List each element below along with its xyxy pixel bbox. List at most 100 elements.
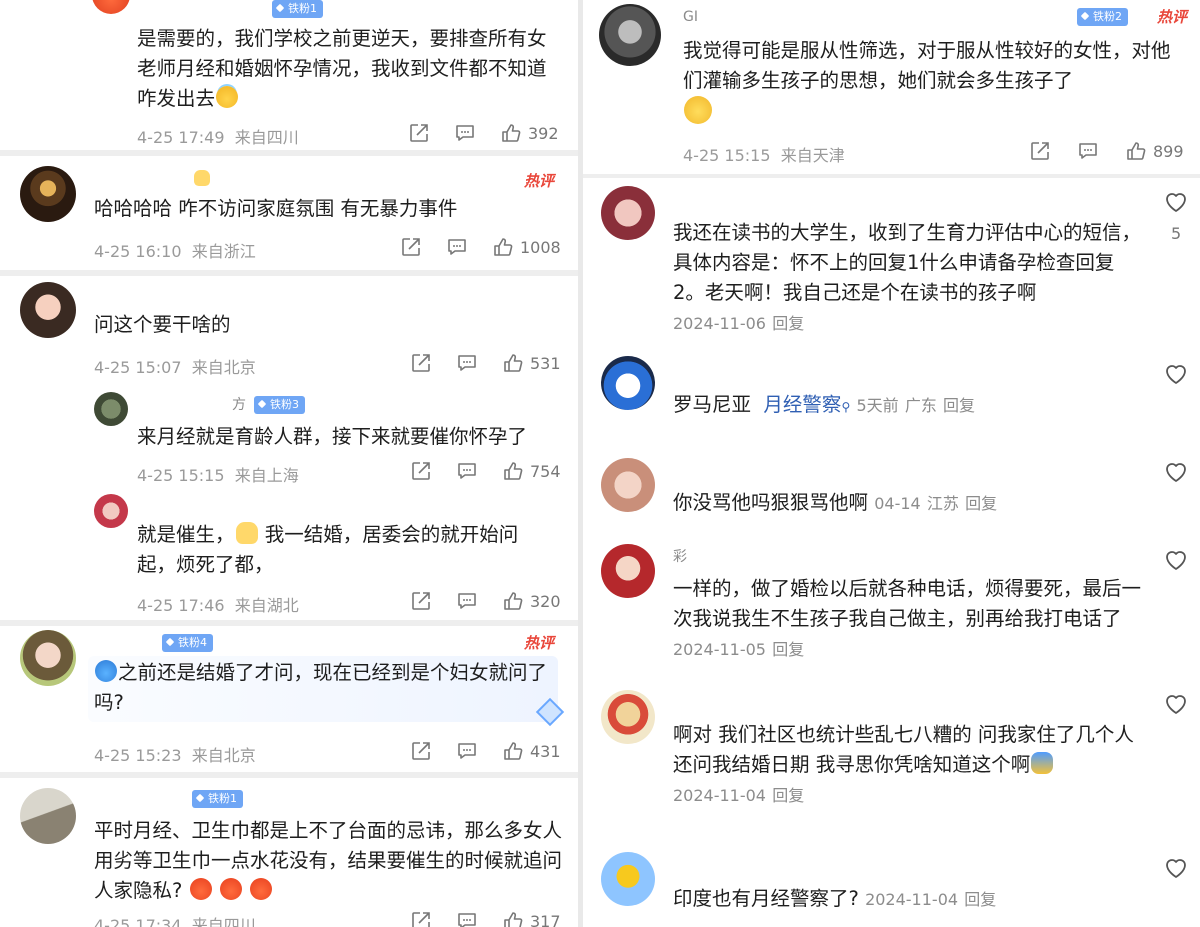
share-icon[interactable] — [408, 122, 430, 144]
share-icon[interactable] — [410, 910, 432, 927]
comment-time: 4-25 17:49 — [137, 128, 225, 147]
comment-text: 问这个要干啥的 — [94, 313, 231, 336]
reply-time: 4-25 17:46 — [137, 596, 225, 615]
avatar[interactable] — [601, 852, 655, 906]
like-button[interactable]: 1008 — [492, 236, 561, 258]
avatar[interactable] — [601, 186, 655, 240]
hot-comment-tag: 热评 — [1157, 8, 1188, 26]
reply-text: 来月经就是育龄人群，接下来就要催你怀孕了 — [137, 425, 528, 448]
avatar[interactable] — [92, 0, 130, 14]
avatar[interactable] — [20, 630, 76, 686]
comment-item: 啊对 我们社区也统计些乱七八糟的 问我家住了几个人 还问我结婚日期 我寻思你凭啥… — [583, 686, 1200, 842]
comment-text: 我还在读书的大学生，收到了生育力评估中心的短信，具体内容是：怀不上的回复1什么申… — [673, 218, 1143, 339]
comment-icon[interactable] — [454, 122, 476, 144]
comment-text-body: 一样的，做了婚检以后就各种电话，烦得要死，最后一次我说我生不生孩子我自己做主，别… — [673, 577, 1142, 630]
comment-item: 铁粉1 平时月经、卫生巾都是上不了台面的忌讳，那么多女人用劣等卫生巾一点水花没有… — [0, 778, 578, 927]
topic-link[interactable]: 月经警察 — [763, 393, 841, 416]
avatar[interactable] — [601, 356, 655, 410]
reply-link[interactable]: 回复 — [772, 640, 804, 659]
comment-text: 哈哈哈哈 咋不访问家庭氛围 有无暴力事件 — [94, 197, 458, 220]
avatar[interactable] — [20, 788, 76, 844]
comment-icon[interactable] — [456, 352, 478, 374]
avatar[interactable] — [20, 166, 76, 222]
heart-icon[interactable] — [1163, 856, 1189, 884]
comment-text: 我觉得可能是服从性筛选，对于服从性较好的女性，对他们灌输多生孩子的思想，她们就会… — [683, 36, 1183, 130]
thumbs-up-icon — [504, 592, 523, 610]
avatar[interactable] — [601, 458, 655, 512]
comment-text-body: 我觉得可能是服从性筛选，对于服从性较好的女性，对他们灌输多生孩子的思想，她们就会… — [683, 39, 1171, 92]
like-button[interactable]: 754 — [502, 460, 561, 482]
like-button[interactable]: 431 — [502, 740, 561, 762]
reply-time: 4-25 15:15 — [137, 466, 225, 485]
comment-text-body: 啊对 我们社区也统计些乱七八糟的 问我家住了几个人 还问我结婚日期 我寻思你凭啥… — [673, 723, 1134, 776]
comment-item: 问这个要干啥的 4-25 15:07 来自北京 531 方 铁粉3 来月经就是育… — [0, 276, 578, 620]
like-count: 392 — [528, 123, 559, 143]
comment-date: 5天前 — [856, 396, 899, 415]
like-button[interactable]: 899 — [1125, 140, 1184, 162]
hot-comment-tag: 热评 — [524, 634, 555, 652]
avatar[interactable] — [601, 690, 655, 744]
comment-icon[interactable] — [456, 460, 478, 482]
halo-emoji-icon — [216, 86, 239, 108]
search-icon: ⚲ — [841, 400, 851, 414]
like-button[interactable]: 317 — [502, 910, 561, 927]
comment-icon[interactable] — [456, 590, 478, 612]
like-button[interactable]: 320 — [502, 590, 561, 612]
reply-link[interactable]: 回复 — [964, 890, 996, 909]
reply-link[interactable]: 回复 — [965, 494, 997, 513]
share-icon[interactable] — [410, 460, 432, 482]
like-button[interactable]: 392 — [500, 122, 559, 144]
comment-date: 04-14 — [874, 494, 921, 513]
heart-icon[interactable] — [1163, 548, 1189, 576]
reply-link[interactable]: 回复 — [772, 314, 804, 333]
heart-icon[interactable] — [1163, 362, 1189, 390]
sweat-emoji-icon — [95, 660, 117, 682]
comment-location: 江苏 — [926, 494, 959, 513]
username[interactable]: 彩 — [673, 548, 687, 566]
comment-time: 4-25 16:10 — [94, 242, 182, 261]
heart-icon[interactable] — [1163, 460, 1189, 488]
username[interactable]: GI — [683, 8, 698, 26]
comment-text-body: 之前还是结婚了才问，现在已经到是个妇女就问了吗? — [94, 661, 548, 714]
comment-icon[interactable] — [1077, 140, 1099, 162]
sweat-pray-emoji-icon — [235, 522, 258, 544]
comment-icon[interactable] — [456, 740, 478, 762]
fan-badge: 铁粉3 — [254, 396, 305, 414]
reply-text-a: 就是催生， — [137, 523, 235, 546]
comment-item: 印度也有月经警察了? 2024-11-04 回复 — [583, 842, 1200, 927]
comment-location: 来自北京 — [191, 746, 256, 765]
comment-meta: 4-25 17:49 来自四川 — [137, 124, 299, 148]
comment-date: 2024-11-06 — [673, 314, 766, 333]
reply-actions: 320 — [410, 590, 561, 612]
avatar[interactable] — [599, 4, 661, 66]
comment-item: 罗马尼亚 月经警察⚲ 5天前 广东 回复 — [583, 350, 1200, 446]
avatar[interactable] — [94, 392, 128, 426]
share-icon[interactable] — [410, 590, 432, 612]
comment-item: 彩 一样的，做了婚检以后就各种电话，烦得要死，最后一次我说我生不生孩子我自己做主… — [583, 542, 1200, 686]
username[interactable]: 方 — [232, 396, 246, 414]
comment-item: 铁粉1 是需要的，我们学校之前更逆天，要排查所有女老师月经和婚姻怀孕情况，我收到… — [0, 0, 578, 150]
comment-meta: 4-25 15:07 来自北京 — [94, 354, 256, 378]
comment-text: 印度也有月经警察了? 2024-11-04 回复 — [673, 884, 1143, 915]
reply-link[interactable]: 回复 — [772, 786, 804, 805]
share-icon[interactable] — [410, 740, 432, 762]
comment-icon[interactable] — [456, 910, 478, 927]
avatar[interactable] — [20, 282, 76, 338]
avatar[interactable] — [601, 544, 655, 598]
comment-text: 是需要的，我们学校之前更逆天，要排查所有女老师月经和婚姻怀孕情况，我收到文件都不… — [137, 24, 562, 114]
reply-link[interactable]: 回复 — [943, 396, 975, 415]
comment-time: 4-25 17:34 — [94, 916, 182, 927]
share-icon[interactable] — [410, 352, 432, 374]
share-icon[interactable] — [400, 236, 422, 258]
thumbs-up-icon — [504, 742, 523, 760]
share-icon[interactable] — [1029, 140, 1051, 162]
like-count: 431 — [530, 741, 561, 761]
heart-icon[interactable] — [1163, 190, 1189, 218]
heart-icon[interactable] — [1163, 692, 1189, 720]
avatar[interactable] — [94, 494, 128, 528]
comment-location: 广东 — [904, 396, 937, 415]
like-count: 1008 — [520, 237, 561, 257]
like-button[interactable]: 531 — [502, 352, 561, 374]
comment-icon[interactable] — [446, 236, 468, 258]
comment-text-body: 我还在读书的大学生，收到了生育力评估中心的短信，具体内容是：怀不上的回复1什么申… — [673, 221, 1142, 304]
